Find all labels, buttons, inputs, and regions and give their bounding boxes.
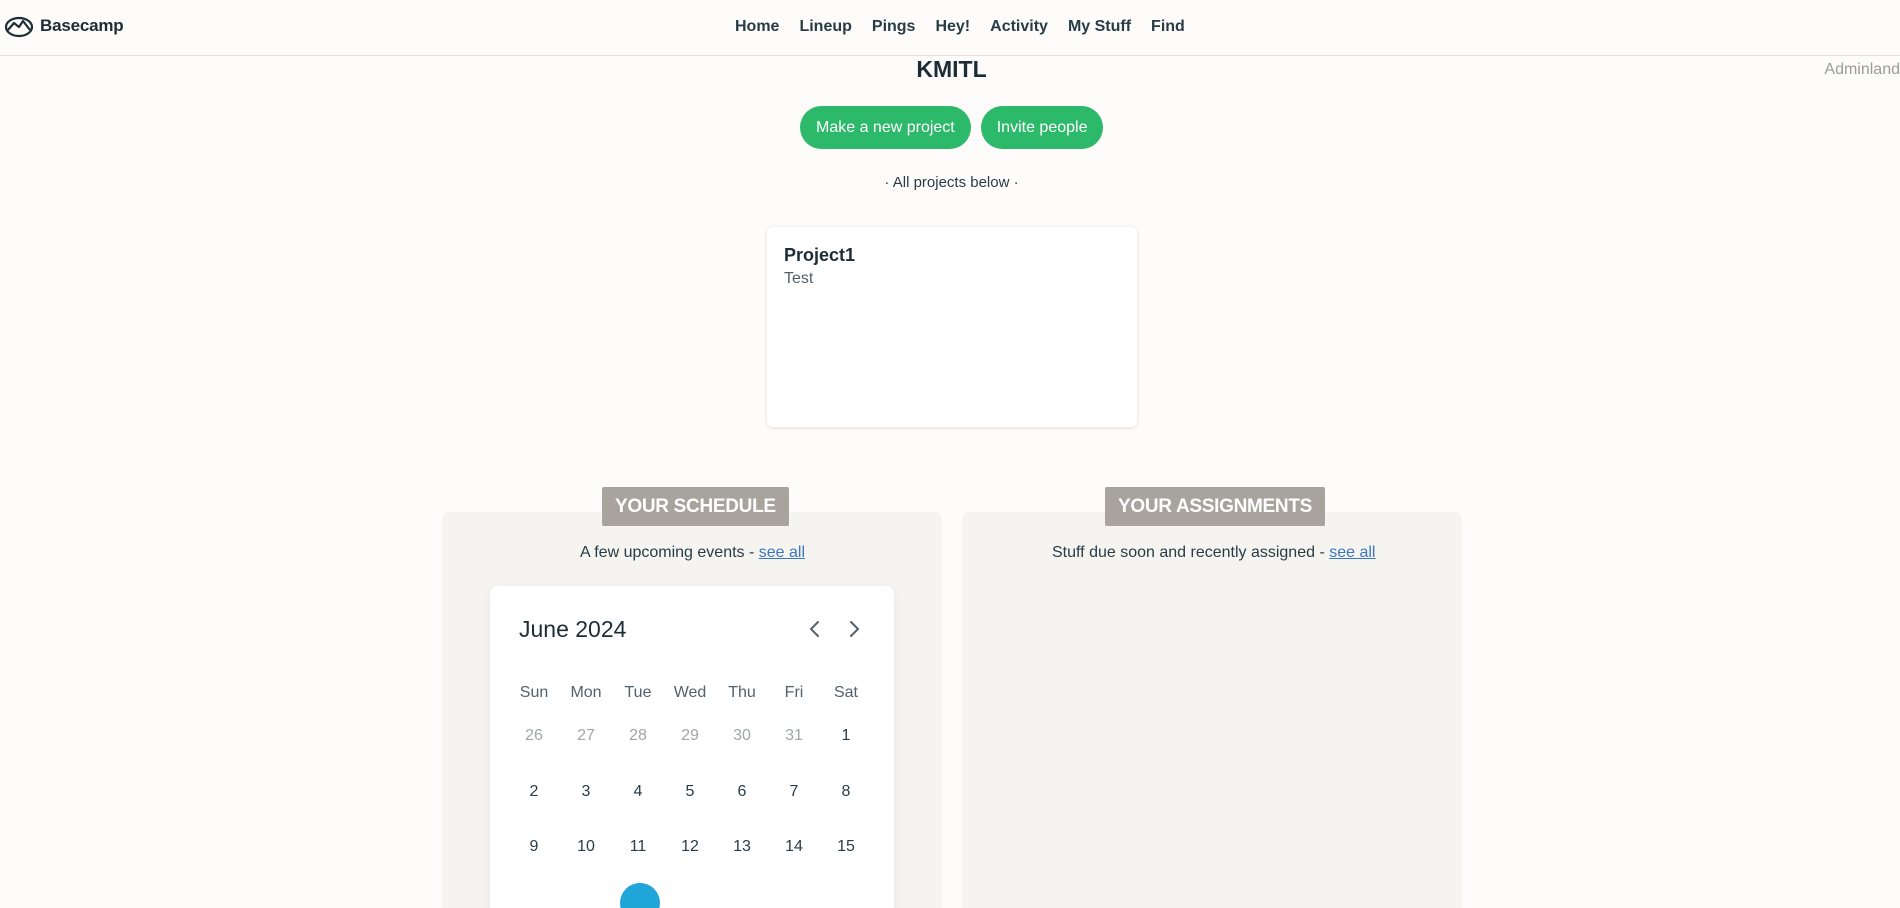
assignments-subtitle: Stuff due soon and recently assigned - s…	[1052, 544, 1375, 562]
calendar-day[interactable]: 3	[560, 764, 612, 820]
calendar-day-number: 9	[529, 838, 539, 855]
calendar-day[interactable]: 6	[716, 764, 768, 820]
assignments-subtitle-text: Stuff due soon and recently assigned -	[1052, 544, 1330, 561]
nav-my-stuff[interactable]: My Stuff	[1068, 16, 1131, 38]
project-description: Test	[784, 270, 814, 287]
calendar-day[interactable]: 11	[612, 819, 664, 875]
calendar-day[interactable]: 5	[664, 764, 716, 820]
assignments-panel	[962, 512, 1462, 908]
calendar-day-number: 28	[629, 727, 647, 744]
action-buttons: Make a new project Invite people	[800, 106, 1104, 149]
calendar-grid: Sun Mon Tue Wed Thu Fri Sat 26 27 28 29 30 31 1 2 3 4 5 6 7…	[508, 678, 872, 908]
project-card[interactable]: Project1 Test	[767, 227, 1137, 427]
calendar-day[interactable]: 4	[612, 764, 664, 820]
calendar-day-number: 6	[737, 782, 747, 800]
calendar-day[interactable]	[560, 875, 612, 908]
schedule-subtitle-text: A few upcoming events -	[580, 544, 759, 561]
invite-people-button[interactable]: Invite people	[980, 106, 1104, 149]
weekday-header: Tue	[624, 684, 652, 701]
basecamp-mountain-icon	[4, 16, 34, 38]
calendar-day-number: 29	[681, 727, 699, 744]
calendar-day-number: 12	[681, 838, 699, 855]
calendar-day[interactable]: 13	[716, 819, 768, 875]
nav-home[interactable]: Home	[735, 16, 779, 38]
calendar-day[interactable]: 14	[768, 819, 820, 875]
calendar-day[interactable]: 9	[508, 819, 560, 875]
weekday-header: Thu	[728, 684, 756, 701]
nav-lineup[interactable]: Lineup	[799, 16, 851, 38]
calendar-month-label: June 2024	[519, 616, 627, 642]
calendar-day[interactable]	[716, 875, 768, 908]
calendar-day-number: 14	[785, 838, 803, 855]
calendar-day-number: 31	[785, 727, 803, 744]
weekday-header: Sat	[833, 684, 858, 701]
schedule-calendar: June 2024 Sun Mon Tue Wed Thu Fri Sat 26 27 28 29 3…	[490, 586, 894, 908]
nav-activity[interactable]: Activity	[990, 16, 1048, 38]
calendar-day-number: 4	[633, 782, 643, 800]
assignments-heading: YOUR ASSIGNMENTS	[1105, 487, 1326, 526]
calendar-day-today[interactable]	[612, 875, 664, 908]
calendar-day[interactable]: 8	[820, 764, 872, 820]
nav-pings[interactable]: Pings	[872, 16, 916, 38]
calendar-day-number: 8	[841, 782, 851, 800]
make-new-project-button[interactable]: Make a new project	[800, 106, 971, 149]
calendar-day[interactable]: 27	[560, 708, 612, 764]
calendar-day[interactable]: 2	[508, 764, 560, 820]
schedule-heading: YOUR SCHEDULE	[602, 487, 789, 526]
weekday-header: Wed	[673, 684, 707, 701]
top-nav-bar: Basecamp Home Lineup Pings Hey! Activity…	[0, 0, 1900, 56]
calendar-day-number: 15	[837, 838, 855, 855]
assignments-see-all-link[interactable]: see all	[1329, 544, 1375, 561]
calendar-day-number: 10	[577, 838, 595, 855]
weekday-header: Fri	[784, 684, 804, 701]
calendar-day-number: 11	[629, 838, 647, 855]
calendar-day[interactable]: 7	[768, 764, 820, 820]
nav-hey[interactable]: Hey!	[935, 16, 970, 38]
nav-find[interactable]: Find	[1151, 16, 1185, 38]
chevron-right-icon[interactable]	[842, 616, 866, 642]
calendar-day[interactable]: 12	[664, 819, 716, 875]
calendar-day-number: 30	[733, 727, 751, 744]
calendar-day[interactable]: 26	[508, 708, 560, 764]
main-nav: Home Lineup Pings Hey! Activity My Stuff…	[735, 16, 1185, 38]
calendar-day[interactable]	[768, 875, 820, 908]
calendar-day[interactable]: 31	[768, 708, 820, 764]
chevron-left-icon[interactable]	[803, 616, 827, 642]
logo-text: Basecamp	[40, 16, 124, 35]
today-marker	[620, 882, 660, 908]
calendar-day[interactable]: 15	[820, 819, 872, 875]
account-name: KMITL	[916, 56, 987, 82]
calendar-day-number: 27	[577, 727, 595, 744]
calendar-day[interactable]: 1	[820, 708, 872, 764]
project-name: Project1	[784, 245, 856, 265]
calendar-day-number: 7	[789, 782, 799, 800]
calendar-day[interactable]	[508, 875, 560, 908]
calendar-day[interactable]: 30	[716, 708, 768, 764]
calendar-day-number: 5	[685, 782, 695, 800]
calendar-day-number: 2	[529, 782, 539, 800]
calendar-day[interactable]	[820, 875, 872, 908]
schedule-see-all-link[interactable]: see all	[759, 544, 805, 561]
calendar-day-number: 3	[581, 782, 591, 800]
calendar-day[interactable]	[664, 875, 716, 908]
calendar-day-number: 13	[733, 838, 751, 855]
weekday-header: Sun	[519, 684, 549, 701]
calendar-day-number: 26	[525, 727, 543, 744]
basecamp-logo[interactable]: Basecamp	[4, 14, 124, 38]
calendar-day-number: 1	[841, 727, 851, 744]
calendar-day[interactable]: 10	[560, 819, 612, 875]
weekday-header: Mon	[570, 684, 602, 701]
schedule-subtitle: A few upcoming events - see all	[580, 544, 805, 562]
all-projects-note: · All projects below ·	[884, 174, 1019, 191]
calendar-day[interactable]: 29	[664, 708, 716, 764]
calendar-day[interactable]: 28	[612, 708, 664, 764]
